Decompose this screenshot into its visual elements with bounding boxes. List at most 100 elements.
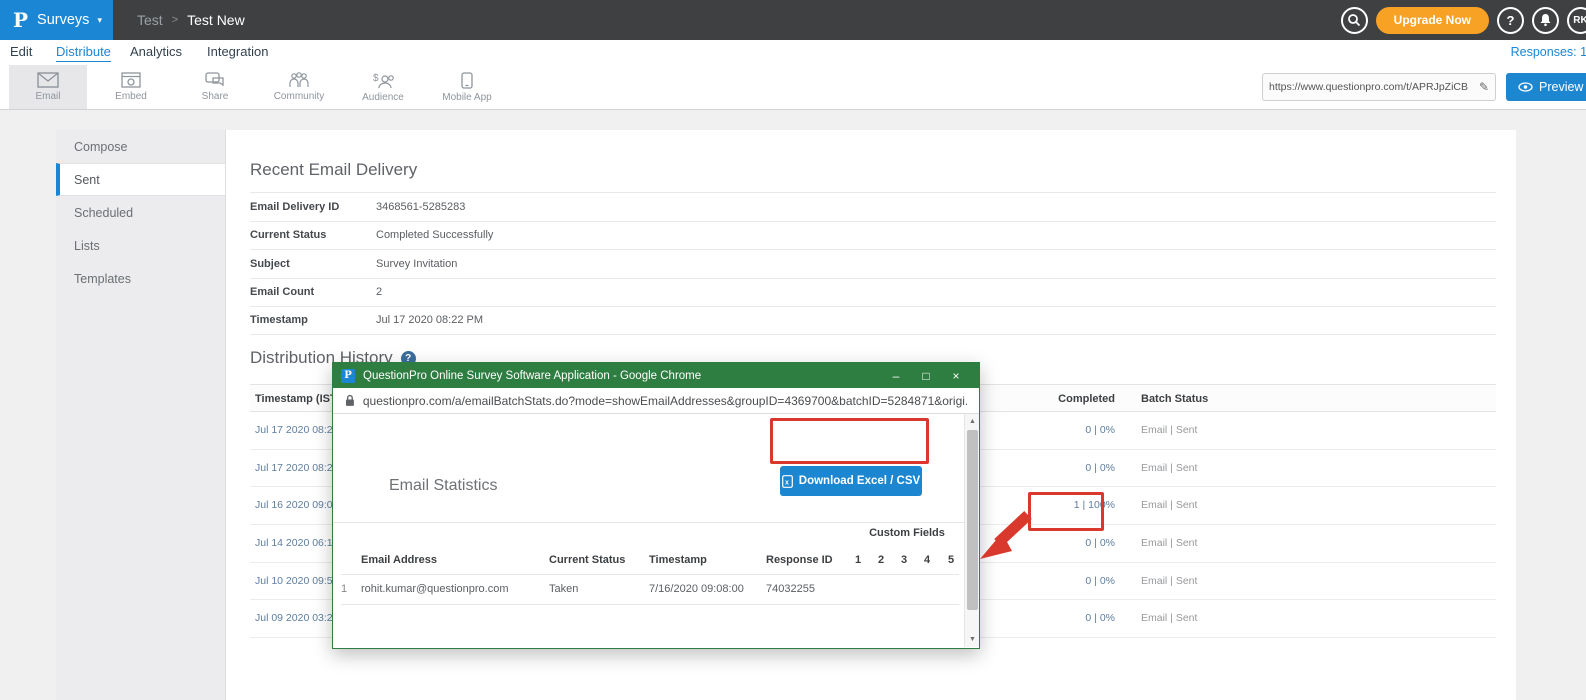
embed-icon: [121, 72, 141, 88]
email-statistics-title: Email Statistics: [389, 477, 497, 495]
row-timestamp-link[interactable]: Jul 10 2020 09:59: [255, 575, 339, 587]
svg-text:$: $: [373, 73, 379, 84]
toolbar-item-email[interactable]: Email: [9, 65, 87, 109]
row-index: 1: [341, 583, 347, 595]
window-body: Email Statistics x Download Excel / CSV …: [333, 414, 979, 647]
avatar[interactable]: RK: [1567, 7, 1586, 34]
svg-text:x: x: [785, 479, 789, 486]
email-sidebar: Compose Sent Scheduled Lists Templates: [56, 130, 226, 700]
email-statistics-window: P QuestionPro Online Survey Software App…: [332, 362, 980, 649]
sidebar-item-templates[interactable]: Templates: [56, 262, 225, 295]
breadcrumb: Test > Test New: [137, 0, 245, 40]
survey-url-field[interactable]: ✎: [1262, 73, 1496, 101]
custom-fields-group-header: Custom Fields: [853, 527, 961, 539]
upgrade-now-button[interactable]: Upgrade Now: [1376, 7, 1489, 34]
avatar-initials: RK: [1573, 15, 1586, 26]
search-button[interactable]: [1341, 7, 1368, 34]
questionpro-logo-icon: P: [13, 8, 28, 32]
scrollbar-thumb[interactable]: [967, 430, 978, 610]
maximize-button[interactable]: □: [911, 369, 941, 383]
breadcrumb-parent[interactable]: Test: [137, 12, 163, 28]
field-label: Email Count: [250, 286, 376, 298]
scroll-up-icon[interactable]: ▲: [965, 418, 980, 425]
col-timestamp: Timestamp (IST): [255, 393, 340, 405]
breadcrumb-separator-icon: >: [172, 14, 178, 26]
row-batch-status: Email | Sent: [1141, 424, 1197, 436]
sidebar-item-scheduled[interactable]: Scheduled: [56, 196, 225, 229]
field-row: Email Delivery ID 3468561-5285283: [250, 192, 1496, 221]
share-icon: [205, 72, 225, 88]
tab-edit[interactable]: Edit: [10, 44, 32, 59]
lock-icon: [345, 394, 355, 407]
eye-icon: [1518, 82, 1533, 92]
row-timestamp: 7/16/2020 09:08:00: [649, 583, 744, 595]
survey-nav: Edit Distribute Analytics Integration Re…: [0, 40, 1586, 65]
audience-icon: $: [371, 72, 395, 89]
download-label: Download Excel / CSV: [799, 475, 920, 487]
search-icon: [1347, 13, 1361, 27]
toolbar-item-label: Community: [274, 91, 325, 102]
field-label: Subject: [250, 258, 376, 270]
toolbar-item-share[interactable]: Share: [176, 65, 254, 109]
responses-count[interactable]: Responses: 14: [1511, 45, 1586, 59]
divider: [341, 574, 959, 575]
sidebar-item-sent[interactable]: Sent: [56, 163, 225, 196]
row-batch-status: Email | Sent: [1141, 612, 1197, 624]
sidebar-item-lists[interactable]: Lists: [56, 229, 225, 262]
mobile-app-icon: [461, 72, 473, 89]
toolbar-item-embed[interactable]: Embed: [92, 65, 170, 109]
help-button[interactable]: ?: [1497, 7, 1524, 34]
notifications-button[interactable]: [1532, 7, 1559, 34]
close-button[interactable]: ×: [941, 369, 971, 383]
field-value: Survey Invitation: [376, 258, 457, 270]
toolbar-item-community[interactable]: Community: [260, 65, 338, 109]
surveys-menu[interactable]: P Surveys ▾: [0, 0, 113, 40]
preview-button[interactable]: Preview: [1506, 73, 1586, 101]
sidebar-item-compose[interactable]: Compose: [56, 130, 225, 163]
toolbar-item-label: Audience: [362, 92, 404, 103]
toolbar-item-audience[interactable]: $ Audience: [344, 65, 422, 109]
tab-distribute[interactable]: Distribute: [56, 44, 111, 62]
excel-file-icon: x: [782, 475, 793, 488]
surveys-menu-label: Surveys: [37, 12, 89, 28]
popup-scrollbar[interactable]: ▲ ▼: [964, 414, 979, 647]
col-email-address: Email Address: [361, 554, 437, 566]
row-email: rohit.kumar@questionpro.com: [361, 583, 509, 595]
window-titlebar[interactable]: P QuestionPro Online Survey Software App…: [333, 363, 979, 388]
col-timestamp: Timestamp: [649, 554, 707, 566]
toolbar-item-label: Email: [35, 91, 60, 102]
toolbar-item-mobile-app[interactable]: Mobile App: [428, 65, 506, 109]
topbar-actions: Upgrade Now ? RK: [1341, 0, 1586, 40]
col-cf-1: 1: [855, 554, 861, 566]
community-icon: [288, 72, 310, 88]
row-timestamp-link[interactable]: Jul 16 2020 09:06: [255, 499, 339, 511]
col-current-status: Current Status: [549, 554, 625, 566]
field-value: 3468561-5285283: [376, 201, 465, 213]
tab-analytics[interactable]: Analytics: [130, 44, 182, 59]
help-icon: ?: [1507, 13, 1515, 28]
email-icon: [37, 72, 59, 88]
address-url[interactable]: questionpro.com/a/emailBatchStats.do?mod…: [363, 394, 967, 408]
download-excel-csv-button[interactable]: x Download Excel / CSV: [780, 466, 922, 496]
scroll-down-icon[interactable]: ▼: [965, 636, 980, 643]
survey-url-input[interactable]: [1269, 81, 1475, 93]
field-label: Current Status: [250, 229, 376, 241]
chevron-down-icon: ▾: [97, 15, 102, 26]
breadcrumb-current: Test New: [187, 12, 245, 28]
field-label: Email Delivery ID: [250, 201, 376, 213]
bell-icon: [1539, 13, 1552, 27]
top-bar: P Surveys ▾ Test > Test New Upgrade Now …: [0, 0, 1586, 40]
row-batch-status: Email | Sent: [1141, 499, 1197, 511]
field-value: Jul 17 2020 08:22 PM: [376, 314, 483, 326]
recent-email-delivery-title: Recent Email Delivery: [250, 160, 417, 180]
field-row: Current Status Completed Successfully: [250, 221, 1496, 250]
field-label: Timestamp: [250, 314, 376, 326]
col-cf-3: 3: [901, 554, 907, 566]
edit-url-icon[interactable]: ✎: [1479, 80, 1489, 94]
row-timestamp-link[interactable]: Jul 09 2020 03:26: [255, 612, 339, 624]
address-bar[interactable]: questionpro.com/a/emailBatchStats.do?mod…: [333, 388, 979, 414]
field-row: Timestamp Jul 17 2020 08:22 PM: [250, 306, 1496, 335]
tab-integration[interactable]: Integration: [207, 44, 268, 59]
minimize-button[interactable]: –: [881, 369, 911, 383]
divider: [333, 522, 966, 523]
